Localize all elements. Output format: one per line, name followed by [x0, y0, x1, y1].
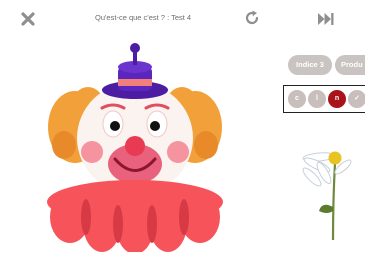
hint-button[interactable]: Indice 3: [288, 55, 332, 75]
check-slot[interactable]: ✓: [348, 90, 365, 108]
clown-image: [47, 43, 223, 252]
daisy-image: [302, 151, 352, 241]
product-hint-button[interactable]: Produ: [335, 55, 365, 75]
skip-button[interactable]: [317, 11, 335, 27]
letter-slot[interactable]: c: [288, 90, 306, 108]
close-icon: [21, 12, 35, 26]
reload-button[interactable]: [243, 9, 261, 27]
letter-slots: c l n ✓: [283, 85, 365, 113]
skip-forward-icon: [318, 13, 334, 25]
letter-slot[interactable]: l: [308, 90, 326, 108]
reload-icon: [245, 10, 259, 25]
close-button[interactable]: [20, 11, 36, 27]
letter-slot-active[interactable]: n: [328, 90, 346, 108]
page-title: Qu'est-ce que c'est ? : Test 4: [95, 13, 192, 22]
